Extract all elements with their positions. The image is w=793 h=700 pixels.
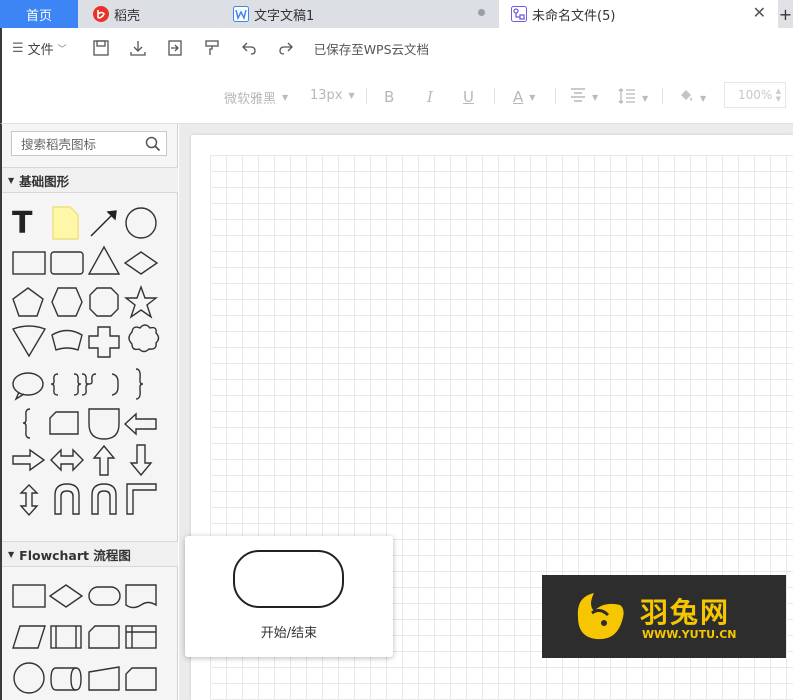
zoom-value: 100%: [738, 88, 773, 102]
tab-document[interactable]: 文字文稿1: [221, 0, 499, 28]
daoke-logo-icon: [93, 6, 109, 22]
font-size-value: 13px: [310, 88, 343, 103]
flowchart-shapes-svg: [12, 584, 157, 694]
menu-lines-icon: ☰: [12, 40, 24, 56]
font-family-select[interactable]: 微软雅黑 ▼: [224, 88, 288, 107]
shape-library-sidebar: 搜索稻壳图标 ▼ 基础图形 T ▼ Flowchart 流程图: [0, 124, 178, 700]
watermark-logo: 羽兔网 WWW.YUTU.CN: [542, 575, 786, 658]
font-family-value: 微软雅黑: [224, 92, 277, 107]
basic-shapes-svg: T: [11, 206, 160, 517]
line-spacing-select[interactable]: ▼: [618, 88, 648, 108]
tab-daoke-label: 稻壳: [114, 8, 141, 24]
collapse-triangle-icon: ▼: [8, 549, 15, 559]
search-input[interactable]: 搜索稻壳图标: [11, 131, 167, 156]
word-doc-icon: [233, 6, 249, 22]
italic-button[interactable]: I: [427, 88, 433, 106]
tab-untitled-file[interactable]: 未命名文件(5) ✕: [499, 0, 778, 28]
section-flowchart-label: Flowchart 流程图: [19, 547, 131, 563]
redo-icon[interactable]: [276, 38, 296, 58]
align-center-icon: [570, 88, 586, 106]
search-placeholder: 搜索稻壳图标: [21, 137, 97, 152]
download-icon[interactable]: [128, 38, 148, 58]
format-toolbar: 微软雅黑 ▼ 13px ▼ B I U A ▼ ▼ ▼ ▼ 100% ▲ ▼: [0, 68, 793, 124]
preview-label: 开始/结束: [260, 626, 318, 641]
font-color-button[interactable]: A ▼: [513, 88, 535, 106]
divider: [662, 88, 663, 104]
stepper-icon: ▲ ▼: [775, 87, 781, 103]
align-select[interactable]: ▼: [570, 88, 598, 106]
fill-color-select[interactable]: ▼: [678, 88, 706, 108]
section-basic-shapes[interactable]: ▼ 基础图形: [2, 167, 178, 193]
bold-button[interactable]: B: [384, 88, 394, 106]
section-flowchart[interactable]: ▼ Flowchart 流程图: [2, 541, 178, 567]
chevron-down-icon: ﹀: [57, 44, 67, 55]
caret-down-icon: ▼: [700, 93, 707, 103]
line-spacing-icon: [618, 88, 636, 108]
file-menu-button[interactable]: ☰ 文件 ﹀: [12, 39, 67, 58]
caret-down-icon: ▼: [592, 92, 599, 102]
format-painter-icon[interactable]: [202, 38, 222, 58]
collapse-triangle-icon: ▼: [8, 175, 15, 185]
svg-text:T: T: [12, 206, 33, 241]
section-basic-label: 基础图形: [19, 173, 70, 189]
divider: [555, 88, 556, 104]
paint-bucket-icon: [678, 88, 694, 108]
terminator-shape-preview: [233, 550, 344, 608]
search-icon[interactable]: [145, 136, 161, 155]
tab-document-label: 文字文稿1: [254, 8, 315, 24]
caret-down-icon: ▼: [348, 91, 355, 100]
tab-home[interactable]: 首页: [0, 0, 78, 28]
tab-home-label: 首页: [25, 8, 52, 24]
new-tab-button[interactable]: +: [778, 0, 793, 28]
close-tab-icon[interactable]: ✕: [753, 5, 766, 21]
file-menu-label: 文件: [27, 42, 54, 58]
yutu-rabbit-logo-icon: [577, 593, 624, 640]
unsaved-dot-icon: [478, 9, 485, 16]
tab-daoke[interactable]: 稻壳: [80, 0, 220, 28]
export-icon[interactable]: [165, 38, 185, 58]
caret-down-icon: ▼: [282, 93, 289, 102]
font-size-select[interactable]: 13px ▼: [310, 88, 355, 103]
tab-bar: 首页 稻壳 文字文稿1 未命名文件(5) ✕ +: [0, 0, 793, 28]
zoom-input[interactable]: 100% ▲ ▼: [724, 82, 786, 108]
divider: [494, 88, 495, 104]
tab-untitled-label: 未命名文件(5): [532, 8, 616, 24]
caret-down-icon: ▼: [529, 92, 536, 102]
watermark-title: 羽兔网: [640, 596, 731, 629]
save-icon[interactable]: [91, 38, 111, 58]
main-toolbar: ☰ 文件 ﹀ 已保存至WPS云文档: [0, 28, 793, 68]
divider: [366, 88, 367, 104]
caret-down-icon: ▼: [642, 93, 649, 103]
flowchart-file-icon: [511, 6, 527, 22]
font-color-label: A: [513, 88, 524, 106]
save-status-text: 已保存至WPS云文档: [313, 41, 430, 57]
underline-button[interactable]: U: [463, 88, 474, 106]
watermark-url: WWW.YUTU.CN: [642, 628, 737, 641]
shape-preview-tooltip: 开始/结束: [185, 536, 393, 657]
undo-icon[interactable]: [239, 38, 259, 58]
